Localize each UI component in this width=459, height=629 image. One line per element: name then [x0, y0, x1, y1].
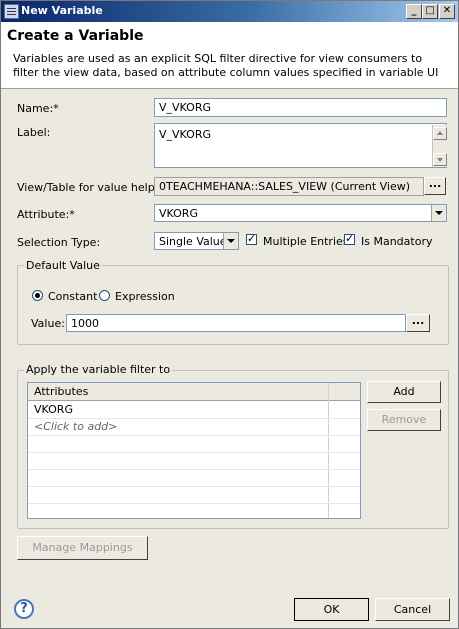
scroll-up-icon[interactable] [433, 127, 447, 140]
view-browse-button[interactable]: ... [424, 177, 446, 195]
table-row-add[interactable]: <Click to add> [28, 418, 360, 436]
scroll-down-icon[interactable] [433, 153, 447, 166]
chevron-down-icon[interactable] [223, 233, 238, 249]
name-label: Name:* [17, 102, 59, 115]
expression-label: Expression [115, 290, 175, 303]
is-mandatory-label: Is Mandatory [361, 235, 433, 248]
help-icon[interactable]: ? [14, 599, 34, 619]
manage-mappings-button[interactable]: Manage Mappings [17, 536, 148, 560]
default-value-group [17, 265, 449, 345]
chevron-down-icon[interactable] [431, 205, 446, 221]
ok-button[interactable]: OK [294, 598, 369, 621]
multiple-entries-label: Multiple Entries [263, 235, 349, 248]
default-value-field[interactable]: 1000 [66, 314, 406, 332]
view-table-field[interactable]: 0TEACHMEHANA::SALES_VIEW (Current View) [154, 177, 424, 196]
page-description: Variables are used as an explicit SQL fi… [13, 52, 439, 79]
attributes-table[interactable]: Attributes VKORG <Click to add> [27, 382, 361, 519]
multiple-entries-checkbox[interactable] [246, 232, 257, 245]
minimize-button[interactable]: _ [406, 4, 422, 19]
table-row[interactable]: VKORG [28, 401, 360, 419]
value-browse-button[interactable]: ... [406, 314, 430, 332]
apply-filter-title: Apply the variable filter to [24, 363, 173, 376]
label-scrollbar[interactable] [432, 125, 448, 167]
attribute-dropdown[interactable]: VKORG [154, 204, 447, 222]
attributes-column-header[interactable]: Attributes [34, 385, 88, 398]
new-variable-dialog: New Variable _ □ ✕ Create a Variable Var… [0, 0, 459, 629]
table-row [28, 452, 360, 470]
label-label: Label: [17, 126, 51, 139]
default-value-title: Default Value [24, 259, 102, 272]
value-label: Value: [31, 317, 65, 330]
expression-radio[interactable] [99, 290, 110, 301]
constant-label: Constant [48, 290, 98, 303]
constant-radio[interactable] [32, 290, 43, 301]
page-title: Create a Variable [7, 28, 144, 44]
title-bar[interactable]: New Variable _ □ ✕ [1, 1, 458, 22]
table-row [28, 486, 360, 504]
cancel-button[interactable]: Cancel [375, 598, 450, 621]
attribute-label: Attribute:* [17, 208, 75, 221]
row-attribute: VKORG [34, 403, 73, 416]
selection-type-label: Selection Type: [17, 236, 101, 249]
add-button[interactable]: Add [367, 381, 441, 403]
label-field[interactable]: V_VKORG [154, 123, 447, 168]
name-field[interactable]: V_VKORG [154, 98, 447, 117]
window-title: New Variable [21, 4, 103, 17]
dialog-icon [4, 4, 19, 19]
dialog-header: Create a Variable Variables are used as … [1, 22, 458, 89]
close-button[interactable]: ✕ [439, 4, 455, 19]
table-row [28, 469, 360, 487]
view-table-label: View/Table for value help:* [17, 181, 164, 194]
is-mandatory-checkbox[interactable] [344, 232, 355, 245]
maximize-button[interactable]: □ [422, 4, 438, 19]
table-header: Attributes [28, 383, 360, 401]
remove-button[interactable]: Remove [367, 409, 441, 431]
click-to-add: <Click to add> [34, 420, 118, 433]
table-row [28, 435, 360, 453]
